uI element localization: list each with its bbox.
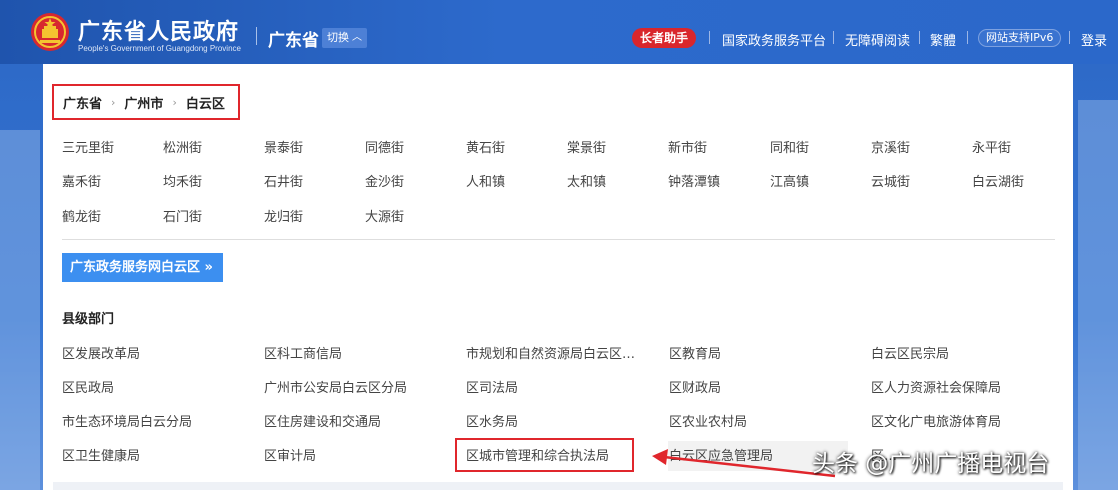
elder-helper-button[interactable]: 长者助手 bbox=[632, 28, 697, 48]
street-link[interactable]: 嘉禾街 bbox=[62, 171, 101, 190]
department-link[interactable]: 区教育局 bbox=[669, 343, 721, 362]
street-link[interactable]: 三元里街 bbox=[62, 137, 114, 156]
street-link[interactable]: 永平街 bbox=[972, 137, 1011, 156]
street-link[interactable]: 龙归街 bbox=[264, 206, 303, 225]
site-header: 广东省人民政府 People's Government of Guangdong… bbox=[0, 0, 1118, 64]
department-link[interactable]: 区卫生健康局 bbox=[62, 445, 140, 464]
district-portal-button[interactable]: 广东政务服务网白云区 » bbox=[62, 253, 223, 282]
street-link[interactable]: 京溪街 bbox=[871, 137, 910, 156]
breadcrumb-district[interactable]: 白云区 bbox=[186, 93, 225, 112]
nav-traditional-chinese[interactable]: 繁體 bbox=[930, 30, 956, 49]
department-link[interactable]: 区司法局 bbox=[466, 377, 518, 396]
chevron-right-icon: › bbox=[111, 95, 116, 109]
highlight-box bbox=[455, 438, 634, 472]
street-link[interactable]: 石井街 bbox=[264, 171, 303, 190]
department-link[interactable]: 区科工商信局 bbox=[264, 343, 342, 362]
region-switch-button[interactable]: 切换 ︿ bbox=[322, 28, 367, 48]
building-decoration bbox=[0, 130, 40, 490]
nav-divider bbox=[1069, 31, 1070, 44]
nav-login[interactable]: 登录 bbox=[1081, 30, 1107, 49]
street-link[interactable]: 金沙街 bbox=[365, 171, 404, 190]
nav-accessible-reading[interactable]: 无障碍阅读 bbox=[845, 30, 910, 49]
department-link[interactable]: 区文化广电旅游体育局 bbox=[871, 411, 1001, 430]
street-link[interactable]: 大源街 bbox=[365, 206, 404, 225]
department-link[interactable]: 市生态环境局白云分局 bbox=[62, 411, 192, 430]
street-link[interactable]: 云城街 bbox=[871, 171, 910, 190]
street-link[interactable]: 太和镇 bbox=[567, 171, 606, 190]
department-link[interactable]: 白云区民宗局 bbox=[871, 343, 949, 362]
nav-divider bbox=[709, 31, 710, 44]
nav-divider bbox=[833, 31, 834, 44]
chevron-right-icon: › bbox=[172, 95, 177, 109]
street-link[interactable]: 同德街 bbox=[365, 137, 404, 156]
department-link[interactable]: 区民政局 bbox=[62, 377, 114, 396]
site-subtitle: People's Government of Guangdong Provinc… bbox=[78, 44, 241, 53]
site-title[interactable]: 广东省人民政府 bbox=[78, 14, 239, 46]
current-region: 广东省 bbox=[268, 31, 319, 51]
breadcrumb: 广东省 › 广州市 › 白云区 bbox=[52, 84, 240, 120]
street-link[interactable]: 石门街 bbox=[163, 206, 202, 225]
department-link[interactable]: 市规划和自然资源局白云区… bbox=[466, 343, 635, 362]
header-divider bbox=[256, 27, 257, 45]
department-link[interactable]: 白云区应急管理局 bbox=[669, 445, 773, 464]
street-link[interactable]: 江高镇 bbox=[770, 171, 809, 190]
nav-divider bbox=[919, 31, 920, 44]
street-link[interactable]: 白云湖街 bbox=[972, 171, 1024, 190]
department-link[interactable]: 区审计局 bbox=[264, 445, 316, 464]
department-link[interactable]: 区住房建设和交通局 bbox=[264, 411, 381, 430]
street-link[interactable]: 同和街 bbox=[770, 137, 809, 156]
breadcrumb-province[interactable]: 广东省 bbox=[63, 93, 102, 112]
street-link[interactable]: 钟落潭镇 bbox=[668, 171, 720, 190]
ipv6-badge: 网站支持IPv6 bbox=[978, 29, 1062, 47]
section-divider bbox=[62, 239, 1055, 240]
portal-button-label: 广东政务服务网白云区 bbox=[70, 260, 201, 275]
national-emblem-icon[interactable] bbox=[30, 12, 70, 52]
street-link[interactable]: 鹤龙街 bbox=[62, 206, 101, 225]
street-link[interactable]: 松洲街 bbox=[163, 137, 202, 156]
street-link[interactable]: 黄石街 bbox=[466, 137, 505, 156]
street-link[interactable]: 棠景街 bbox=[567, 137, 606, 156]
department-link[interactable]: 广州市公安局白云区分局 bbox=[264, 377, 407, 396]
building-decoration bbox=[1078, 100, 1118, 490]
street-link[interactable]: 景泰街 bbox=[264, 137, 303, 156]
panel-bottom-strip bbox=[53, 482, 1063, 490]
department-link[interactable]: 区发展改革局 bbox=[62, 343, 140, 362]
street-link[interactable]: 均禾街 bbox=[163, 171, 202, 190]
breadcrumb-city[interactable]: 广州市 bbox=[124, 93, 163, 112]
watermark: 头条 @广州广播电视台 bbox=[812, 451, 1050, 477]
department-link[interactable]: 区水务局 bbox=[466, 411, 518, 430]
department-link[interactable]: 区人力资源社会保障局 bbox=[871, 377, 1001, 396]
department-link[interactable]: 区财政局 bbox=[669, 377, 721, 396]
region-panel: 广东省 › 广州市 › 白云区 三元里街 松洲街 景泰街 同德街 黄石街 棠景街… bbox=[43, 64, 1073, 490]
street-link[interactable]: 新市街 bbox=[668, 137, 707, 156]
section-title-county-departments: 县级部门 bbox=[62, 312, 115, 327]
chevron-up-icon: ︿ bbox=[352, 32, 362, 43]
department-link[interactable]: 区农业农村局 bbox=[669, 411, 747, 430]
nav-gov-service-platform[interactable]: 国家政务服务平台 bbox=[722, 30, 826, 49]
double-chevron-right-icon: » bbox=[204, 260, 213, 275]
street-link[interactable]: 人和镇 bbox=[466, 171, 505, 190]
switch-label: 切换 bbox=[327, 31, 349, 44]
nav-divider bbox=[967, 31, 968, 44]
